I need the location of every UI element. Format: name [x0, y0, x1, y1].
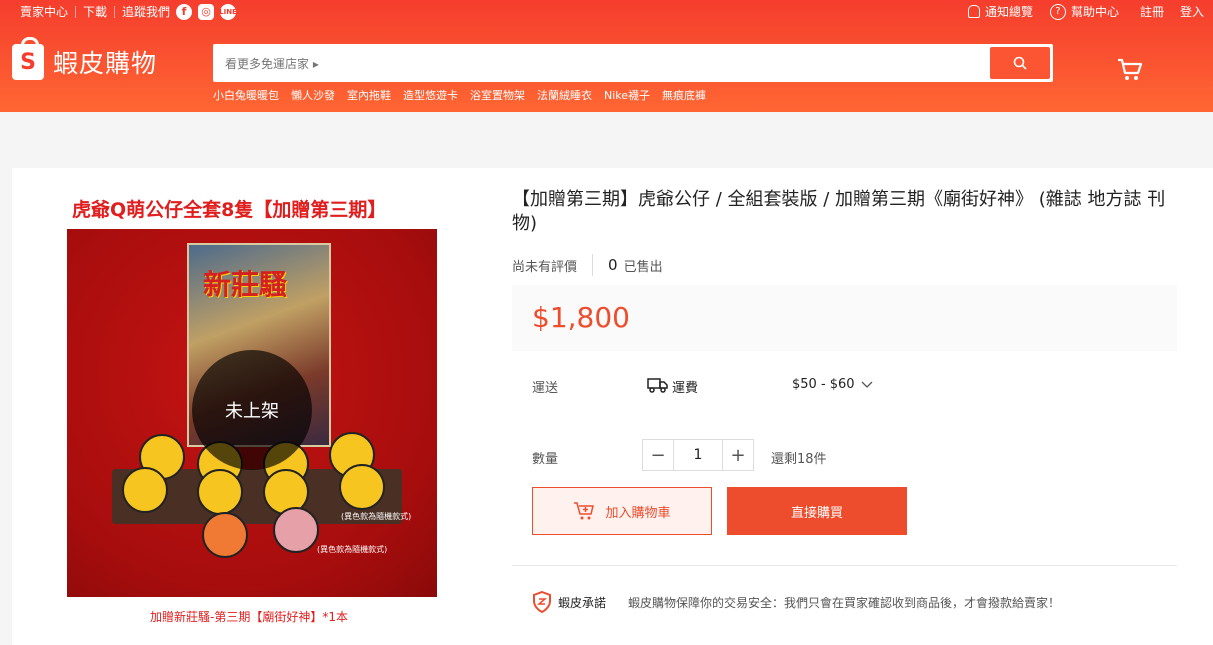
line-icon[interactable]: LINE [219, 3, 237, 20]
image-caption: 加贈新莊騷-第三期【廟街好神】*1本 [150, 610, 348, 624]
instagram-icon[interactable]: ◎ [198, 3, 215, 20]
shipping-label: 運送 [532, 381, 559, 396]
variant-note: (異色款為隨機款式) [317, 545, 388, 554]
stock-text: 還剩18件 [771, 452, 827, 467]
search-icon [1013, 56, 1027, 70]
guarantee-text: 蝦皮購物保障你的交易安全：我們只會在買家確認收到商品後，才會撥款給賣家！ [628, 595, 1061, 610]
decrease-button[interactable]: − [642, 439, 674, 471]
help-link[interactable]: ? 幫助中心 [1049, 3, 1119, 20]
follow-us-label: 追蹤我們 [122, 5, 171, 19]
increase-button[interactable]: + [722, 439, 754, 471]
variant-note: (異色款為隨機款式) [341, 512, 412, 521]
download-link[interactable]: 下載 [83, 3, 107, 20]
quantity-label: 數量 [532, 452, 559, 467]
keyword-link[interactable]: 法蘭絨睡衣 [537, 87, 592, 103]
price-box: $1,800 [512, 285, 1177, 351]
keyword-link[interactable]: 小白兔暖暖包 [213, 87, 279, 103]
site-header: 賣家中心 下載 追蹤我們 f ◎ LINE 通知總覽 ? 幫助中心 註冊 登入 S… [0, 0, 1213, 112]
truck-icon [647, 378, 668, 393]
logo-text: 蝦皮購物 [53, 49, 158, 78]
trending-keywords: 小白兔暖暖包 懶人沙發 室內拖鞋 造型悠遊卡 浴室置物架 法蘭絨睡衣 Nike襪… [213, 87, 718, 103]
shipping-type: 運費 [672, 381, 699, 396]
no-rating-text: 尚未有評價 [512, 259, 578, 275]
shopee-logo[interactable]: S 蝦皮購物 [12, 37, 158, 80]
shipping-fee-dropdown[interactable]: $50 - $60 [792, 377, 873, 392]
tiger-figure [202, 512, 248, 558]
sold-label: 已售出 [623, 259, 663, 275]
facebook-icon[interactable]: f [176, 3, 193, 20]
cart-button[interactable] [1117, 58, 1143, 86]
product-price: $1,800 [532, 301, 630, 334]
top-bar: 賣家中心 下載 追蹤我們 f ◎ LINE 通知總覽 ? 幫助中心 註冊 登入 [0, 0, 1213, 22]
add-to-cart-button[interactable]: 加入購物車 [532, 487, 712, 535]
divider [512, 565, 1177, 566]
shopping-bag-icon: S [12, 37, 44, 80]
guarantee-label[interactable]: 蝦皮承諾 [558, 594, 606, 611]
keyword-link[interactable]: 無痕底褲 [662, 87, 706, 103]
not-listed-overlay: 未上架 [192, 350, 312, 470]
guarantee-row: 蝦皮承諾 蝦皮購物保障你的交易安全：我們只會在買家確認收到商品後，才會撥款給賣家… [532, 591, 1060, 613]
register-link[interactable]: 註冊 [1140, 3, 1164, 20]
buy-now-button[interactable]: 直接購買 [727, 487, 907, 535]
rating-row: 尚未有評價 0 已售出 [512, 254, 663, 276]
tiger-figure [197, 469, 243, 515]
image-title: 虎爺Q萌公仔全套8隻【加贈第三期】 [72, 199, 387, 221]
add-cart-icon [574, 502, 595, 520]
keyword-link[interactable]: 浴室置物架 [470, 87, 525, 103]
chevron-down-icon [861, 381, 873, 388]
product-title: 【加贈第三期】虎爺公仔 / 全組套裝版 / 加贈第三期《廟街好神》 (雜誌 地方… [512, 189, 1166, 234]
help-icon: ? [1049, 3, 1066, 20]
quantity-input[interactable]: 1 [674, 439, 722, 471]
cart-icon [1118, 58, 1143, 80]
keyword-link[interactable]: 造型悠遊卡 [403, 87, 458, 103]
tiger-figure [339, 464, 385, 510]
keyword-link[interactable]: 懶人沙發 [291, 87, 335, 103]
search-bar [213, 44, 1053, 82]
keyword-link[interactable]: Nike襪子 [604, 87, 650, 103]
quantity-stepper: − 1 + [642, 439, 754, 471]
tiger-figure [122, 467, 168, 513]
keyword-link[interactable]: 室內拖鞋 [347, 87, 391, 103]
search-button[interactable] [990, 47, 1050, 79]
login-link[interactable]: 登入 [1180, 3, 1204, 20]
tiger-figure [273, 507, 319, 553]
notifications-link[interactable]: 通知總覽 [967, 3, 1033, 20]
search-input[interactable] [223, 52, 987, 76]
shield-icon [533, 591, 551, 613]
sold-count: 0 [608, 256, 618, 274]
seller-center-link[interactable]: 賣家中心 [20, 3, 68, 20]
bell-icon [967, 5, 980, 18]
